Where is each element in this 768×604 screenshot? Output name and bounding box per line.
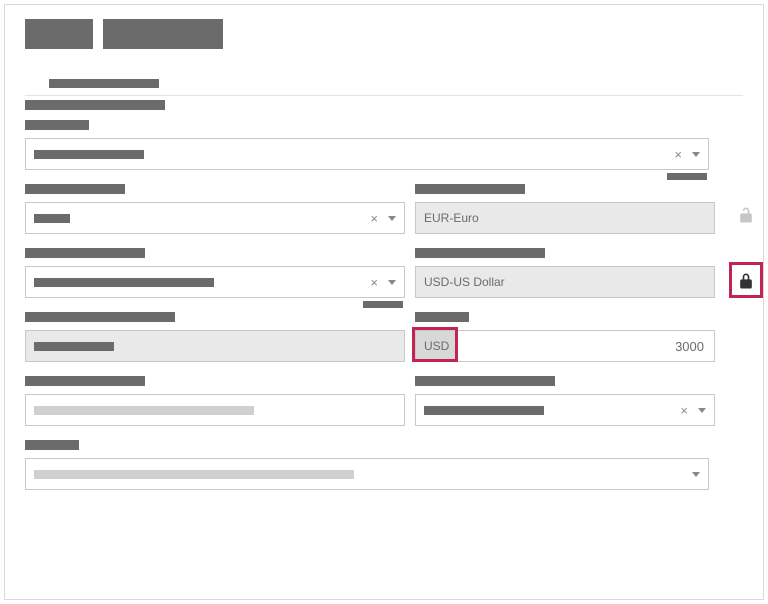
destination-currency-value: USD-US Dollar [424, 275, 505, 289]
lock-toggle-unlocked[interactable] [733, 202, 759, 228]
field-label [25, 312, 175, 322]
origin-currency-field: EUR-Euro [415, 202, 715, 234]
helper-text [667, 173, 707, 180]
clear-icon[interactable]: × [366, 275, 382, 290]
tabs-underline [25, 95, 743, 96]
field-label [25, 120, 89, 130]
tabs [25, 79, 743, 93]
field-label [415, 376, 555, 386]
field-value [34, 278, 214, 287]
text-field-1[interactable] [25, 394, 405, 426]
origin-currency-value: EUR-Euro [424, 211, 479, 225]
field-value [34, 214, 70, 223]
chevron-down-icon [388, 280, 396, 285]
placeholder [34, 470, 354, 479]
field-label [25, 376, 145, 386]
field-value [34, 342, 114, 351]
readonly-field-1 [25, 330, 405, 362]
action-button-2[interactable] [103, 19, 223, 49]
currency-prefix: USD [415, 330, 458, 362]
lock-toggle-locked[interactable] [733, 268, 759, 294]
destination-currency-field: USD-US Dollar [415, 266, 715, 298]
chevron-down-icon [698, 408, 706, 413]
chevron-down-icon [692, 152, 700, 157]
field-label [415, 184, 525, 194]
select-field-1[interactable]: × [25, 138, 709, 170]
form-panel: × × EUR-Euro [4, 4, 764, 600]
amount-field[interactable]: USD 3000 [415, 330, 715, 362]
unlock-icon [736, 205, 756, 225]
placeholder [34, 406, 254, 415]
field-label [25, 184, 125, 194]
field-label [415, 312, 469, 322]
action-button-1[interactable] [25, 19, 93, 49]
clear-icon[interactable]: × [670, 147, 686, 162]
tab-active[interactable] [49, 79, 159, 88]
field-value [34, 150, 144, 159]
header-actions [25, 19, 743, 49]
clear-icon[interactable]: × [366, 211, 382, 226]
select-field-4[interactable]: × [415, 394, 715, 426]
field-label [415, 248, 545, 258]
field-label [25, 440, 79, 450]
field-value [424, 406, 544, 415]
chevron-down-icon [692, 472, 700, 477]
section-title [25, 100, 165, 110]
select-field-2[interactable]: × [25, 202, 405, 234]
select-field-3[interactable]: × [25, 266, 405, 298]
amount-input[interactable]: 3000 [457, 330, 715, 362]
select-field-5[interactable] [25, 458, 709, 490]
helper-text [363, 301, 403, 308]
lock-icon [736, 271, 756, 291]
chevron-down-icon [388, 216, 396, 221]
clear-icon[interactable]: × [676, 403, 692, 418]
field-label [25, 248, 145, 258]
